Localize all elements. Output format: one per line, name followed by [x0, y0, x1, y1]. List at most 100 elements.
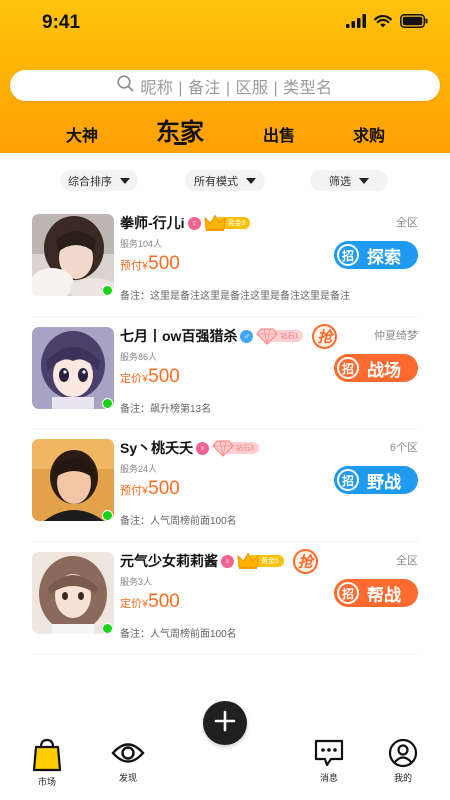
diamond-icon	[256, 328, 279, 345]
filter-dropdown[interactable]: 筛选	[310, 170, 388, 191]
divider	[32, 654, 418, 655]
rank-badge: 钻石1	[256, 327, 304, 345]
filter-dropdown-label: 筛选	[329, 175, 351, 188]
nav-label: 消息	[319, 773, 338, 783]
rank-badge: 钻石3	[212, 439, 260, 457]
price-value: 500	[148, 478, 180, 499]
active-tab-indicator	[174, 142, 187, 145]
create-fab-button[interactable]	[203, 701, 247, 745]
listing-card[interactable]: 元气少女莉莉酱 ♀ 黄金5 抢 全区 服务3人 定价¥500 招 帮战 备注：人…	[32, 548, 418, 664]
caret-down-icon	[120, 177, 130, 184]
plus-icon	[214, 710, 236, 737]
note: 备注：飙升榜第13名	[120, 404, 212, 415]
recruit-button[interactable]: 招 帮战	[334, 579, 418, 607]
diamond-icon	[212, 440, 234, 457]
price-value: 500	[148, 591, 180, 612]
recruit-button[interactable]: 招 野战	[334, 466, 418, 494]
price-label: 预付¥	[120, 260, 149, 272]
recruit-button[interactable]: 招 战场	[334, 354, 418, 382]
mode-dropdown[interactable]: 所有模式	[185, 170, 265, 191]
nav-label: 发现	[118, 773, 137, 783]
eye-icon	[111, 738, 145, 768]
divider	[32, 428, 418, 429]
price-label: 定价¥	[120, 373, 149, 385]
nav-label: 我的	[393, 773, 412, 783]
caret-down-icon	[246, 177, 256, 184]
name-row: 拳师-行儿i ♀ 黄金3	[120, 214, 251, 232]
tab-chushou[interactable]: 出售	[263, 122, 295, 146]
search-input[interactable]: 昵称 | 备注 | 区服 | 类型名	[140, 74, 332, 98]
avatar[interactable]	[32, 439, 114, 521]
crown-icon	[237, 552, 259, 569]
top-tabs: 大神 东家 出售 求购	[0, 108, 450, 153]
rush-icon: 抢	[312, 323, 338, 349]
caret-down-icon	[359, 177, 369, 184]
nav-label: 市场	[37, 777, 56, 787]
service-count: 服务104人	[120, 239, 163, 249]
nav-item-discover[interactable]: 发现	[103, 738, 153, 784]
price-label: 预付¥	[120, 485, 149, 497]
profile-icon	[388, 738, 418, 768]
player-name: 拳师-行儿i	[120, 215, 185, 231]
region-label: 全区	[396, 217, 418, 229]
price: 预付¥500	[120, 253, 180, 275]
name-row: 元气少女莉莉酱 ♀ 黄金5 抢	[120, 548, 318, 574]
female-icon: ♀	[221, 554, 234, 568]
avatar[interactable]	[32, 552, 114, 634]
status-time: 9:41	[42, 12, 81, 33]
sort-dropdown[interactable]: 综合排序	[60, 170, 138, 191]
tab-qiugou[interactable]: 求购	[353, 122, 385, 146]
online-status-dot	[102, 285, 113, 296]
price: 预付¥500	[120, 478, 180, 500]
status-icons	[346, 14, 428, 28]
online-status-dot	[102, 398, 113, 409]
avatar[interactable]	[32, 214, 114, 296]
note: 备注：人气周榜前面100名	[120, 629, 237, 640]
price-label: 定价¥	[120, 598, 149, 610]
avatar[interactable]	[32, 327, 114, 409]
rush-icon: 抢	[292, 548, 318, 574]
recruit-icon: 招	[337, 357, 359, 379]
listing-card[interactable]: 七月丨ow百强猎杀 ♂ 钻石1 抢 仲夏绮梦 服务86人 定价¥500 招 战场…	[32, 323, 418, 439]
signal-icon	[346, 14, 366, 28]
recruit-button-label: 帮战	[367, 585, 401, 605]
divider	[32, 316, 418, 317]
crown-icon	[203, 214, 226, 231]
male-icon: ♂	[240, 329, 254, 343]
region-label: 6个区	[389, 442, 418, 454]
player-name: 元气少女莉莉酱	[120, 553, 218, 569]
note: 备注：人气周榜前面100名	[120, 516, 237, 527]
name-row: 七月丨ow百强猎杀 ♂ 钻石1 抢	[120, 323, 338, 349]
player-name: Sy丶桃夭夭	[120, 440, 194, 456]
recruit-button-label: 野战	[367, 472, 401, 492]
search-bar[interactable]: 昵称 | 备注 | 区服 | 类型名	[10, 70, 440, 101]
nav-item-messages[interactable]: 消息	[304, 738, 354, 784]
filter-bar: 综合排序 所有模式 筛选	[0, 170, 450, 192]
mode-dropdown-label: 所有模式	[194, 175, 238, 188]
message-icon	[313, 738, 345, 768]
recruit-button[interactable]: 招 探索	[334, 241, 418, 269]
listing-card[interactable]: Sy丶桃夭夭 ♀ 钻石3 6个区 服务24人 预付¥500 招 野战 备注：人气…	[32, 439, 418, 551]
battery-icon	[400, 14, 428, 28]
rank-badge: 黄金5	[237, 552, 284, 570]
region-label: 全区	[396, 555, 418, 567]
nav-item-profile[interactable]: 我的	[378, 738, 428, 784]
nav-item-market[interactable]: 市场	[22, 738, 72, 788]
status-bar: 9:41	[0, 0, 450, 46]
name-row: Sy丶桃夭夭 ♀ 钻石3	[120, 439, 260, 457]
shopping-bag-icon	[32, 738, 62, 772]
tab-dashen[interactable]: 大神	[66, 122, 98, 146]
rank-badge: 黄金3	[203, 214, 251, 232]
search-icon	[117, 74, 140, 97]
region-label: 仲夏绮梦	[374, 330, 418, 342]
recruit-button-label: 战场	[367, 360, 401, 380]
service-count: 服务3人	[120, 577, 153, 587]
price: 定价¥500	[120, 366, 180, 388]
online-status-dot	[102, 623, 113, 634]
recruit-icon: 招	[337, 582, 359, 604]
online-status-dot	[102, 510, 113, 521]
price: 定价¥500	[120, 591, 180, 613]
player-name: 七月丨ow百强猎杀	[120, 328, 238, 344]
listing-card[interactable]: 拳师-行儿i ♀ 黄金3 全区 服务104人 预付¥500 招 探索 备注：这里…	[32, 214, 418, 326]
wifi-icon	[374, 14, 392, 28]
